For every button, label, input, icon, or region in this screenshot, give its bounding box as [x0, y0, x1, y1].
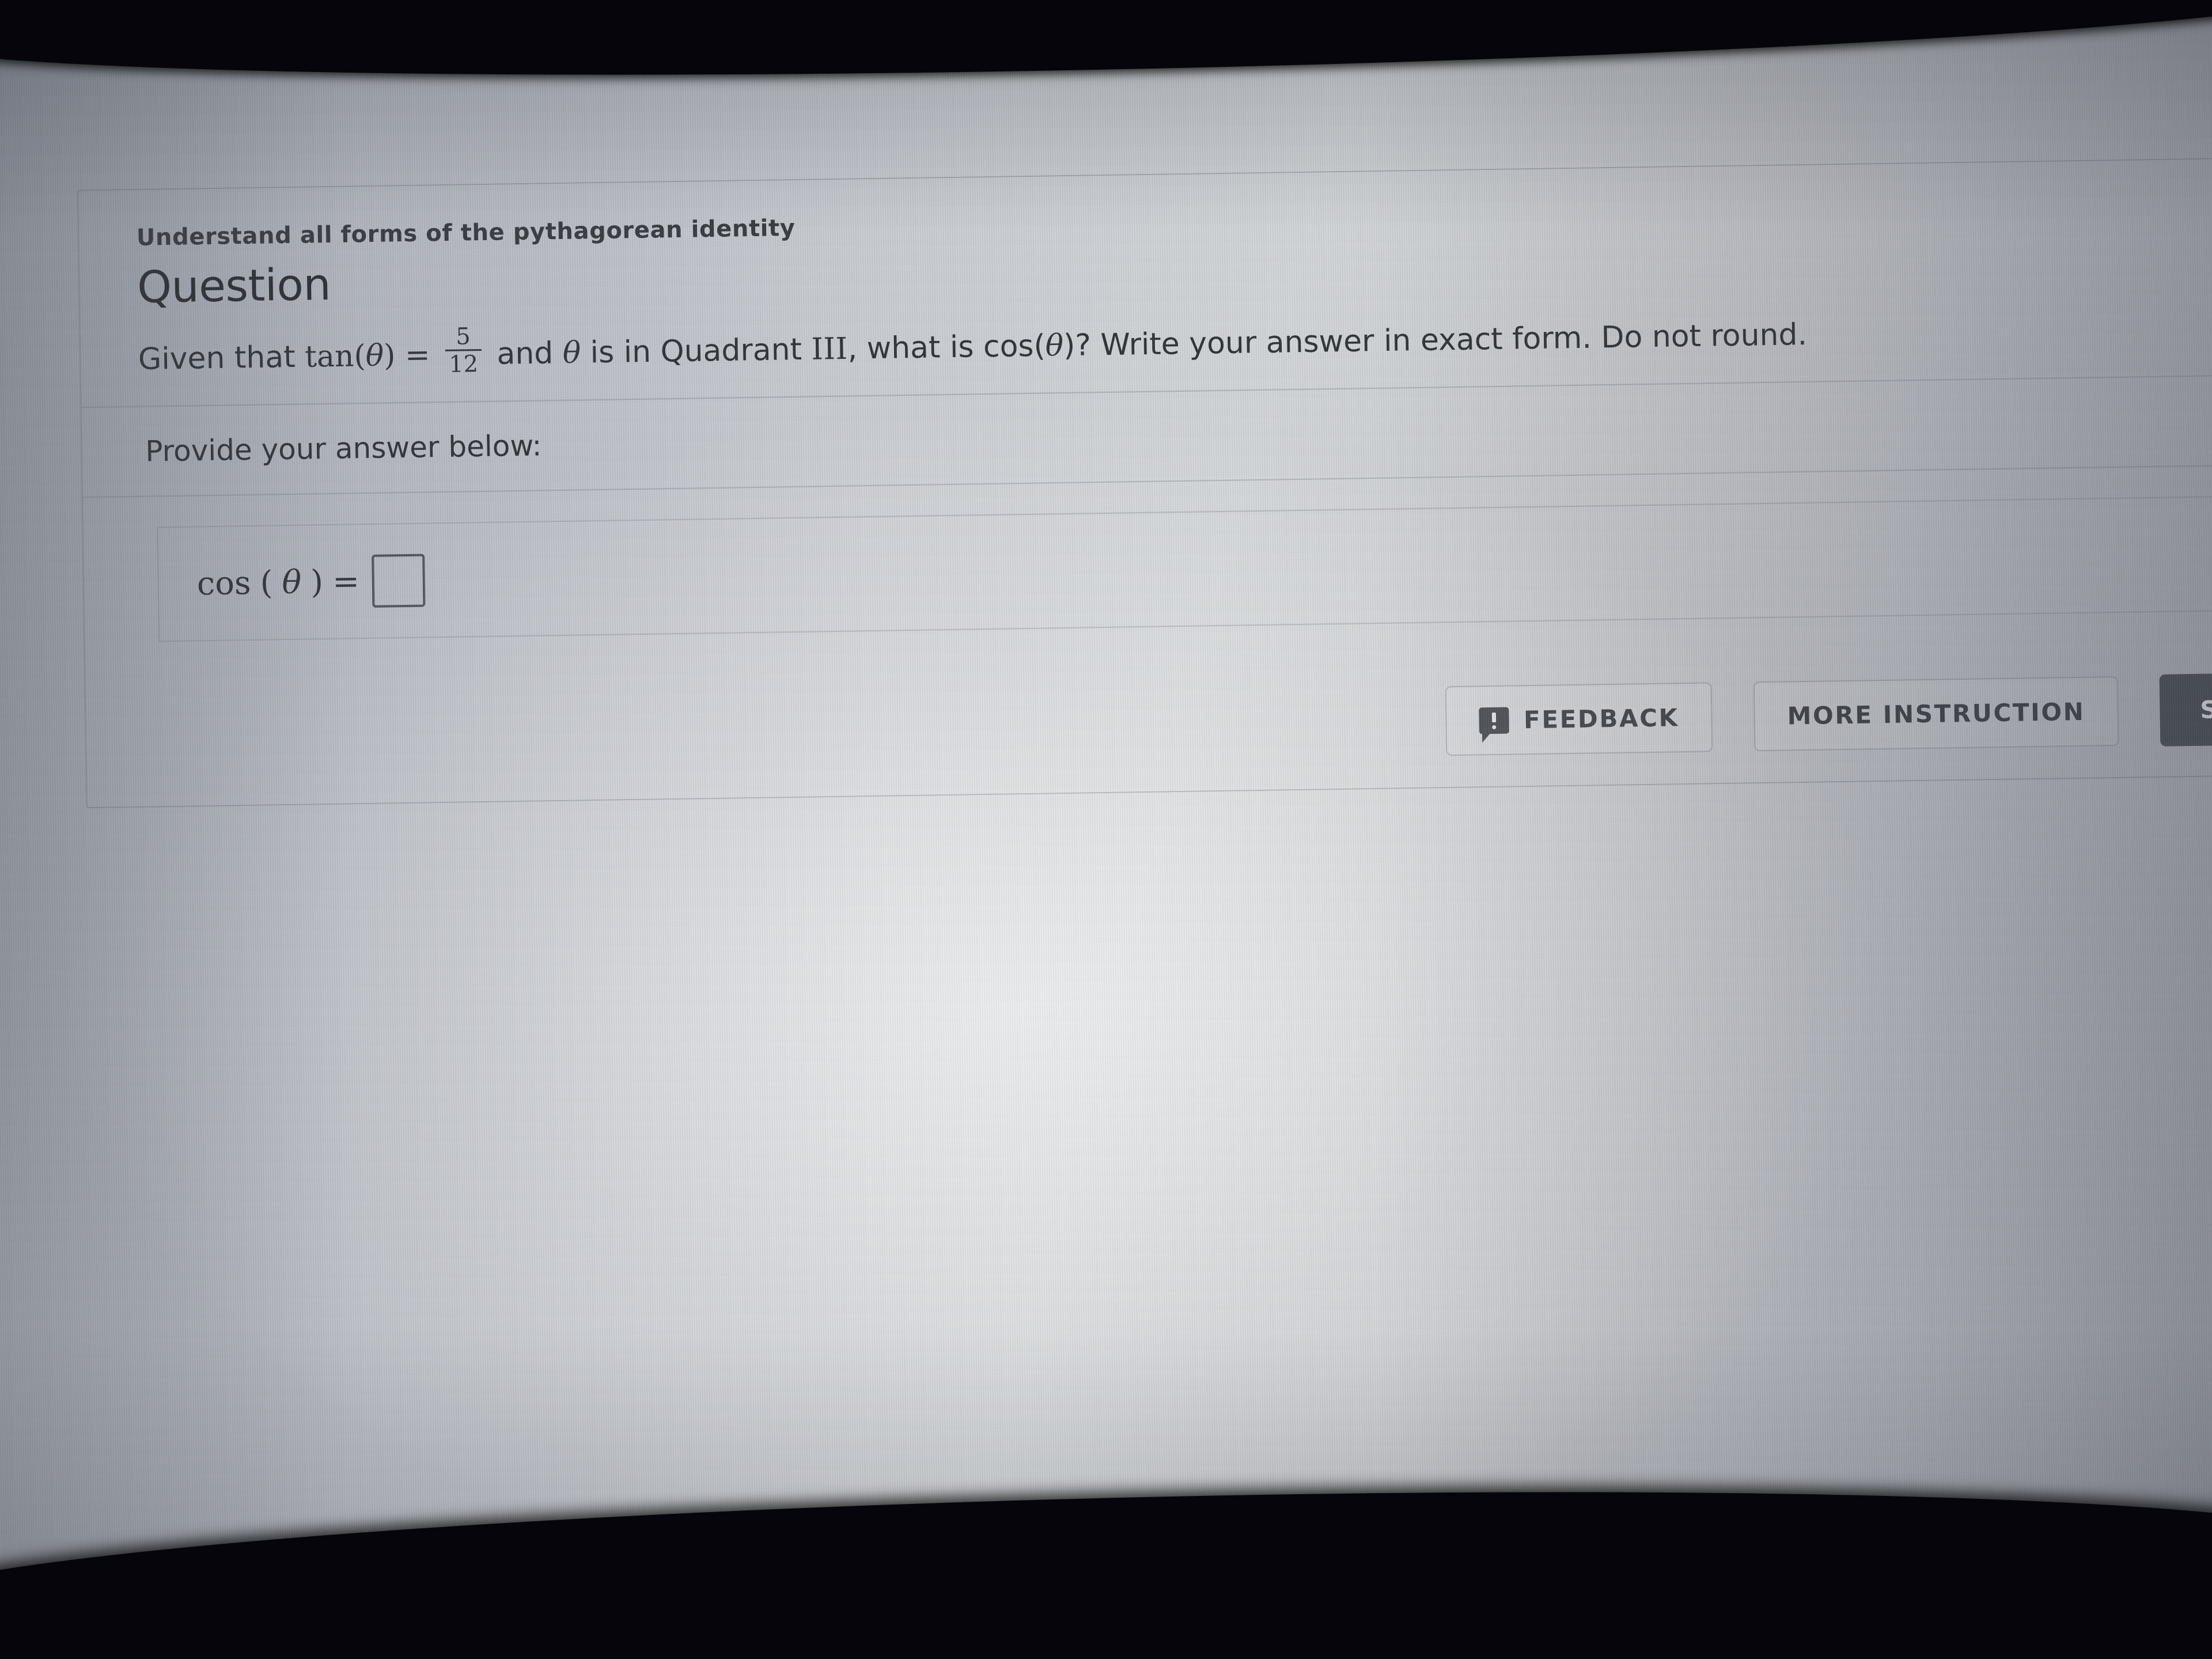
fraction-denominator: 12: [445, 349, 482, 378]
tan-function-label: tan(: [304, 339, 366, 374]
question-text-part-1: Given that: [138, 339, 296, 377]
submit-button[interactable]: SUBMIT: [2159, 671, 2212, 747]
exclamation-stem: [1491, 712, 1496, 722]
question-header: Understand all forms of the pythagorean …: [78, 159, 2212, 407]
feedback-button[interactable]: FEEDBACK: [1445, 682, 1713, 756]
answer-input-container[interactable]: cos (θ) =: [157, 495, 2212, 642]
question-statement: Given that tan(θ) = 5 12 and θ is in Qua…: [138, 301, 2212, 383]
exercise-page: Understand all forms of the pythagorean …: [0, 0, 2212, 1659]
paren-close-1: ): [383, 338, 396, 373]
paren-close: ): [310, 563, 324, 601]
equals-sign-answer: =: [332, 562, 360, 601]
monitor-screen: Understand all forms of the pythagorean …: [0, 5, 2212, 1629]
theta-symbol-1: θ: [365, 338, 384, 374]
question-text-part-3: is in Quadrant: [590, 332, 802, 370]
submit-button-label: SUBMIT: [2200, 694, 2212, 724]
speech-bubble-alert-icon: [1478, 707, 1509, 734]
theta-symbol-answer: θ: [282, 563, 302, 601]
answer-expression: cos (θ) =: [196, 554, 426, 610]
cos-function-label: cos: [196, 564, 252, 603]
paren-open: (: [260, 563, 273, 602]
equals-sign: =: [404, 338, 430, 373]
question-text-part-4: , what is cos(: [847, 328, 1046, 366]
answer-entry-section: cos (θ) =: [83, 466, 2212, 676]
theta-symbol-2: θ: [562, 335, 581, 371]
answer-input-field[interactable]: [372, 554, 426, 608]
theta-symbol-3: θ: [1045, 328, 1064, 363]
question-card: Understand all forms of the pythagorean …: [77, 157, 2212, 809]
question-text-part-5: )? Write your answer in exact form. Do n…: [1063, 317, 1808, 363]
exclamation-dot: [1491, 725, 1496, 729]
feedback-button-label: FEEDBACK: [1523, 703, 1680, 734]
fraction-numerator: 5: [455, 323, 471, 350]
more-instruction-button-label: MORE INSTRUCTION: [1787, 697, 2085, 730]
quadrant-numeral: III: [811, 331, 849, 367]
content-attribution-link[interactable]: Content attribution: [46, 9, 2200, 66]
question-text-part-2: and: [497, 336, 554, 372]
provide-answer-label: Provide your answer below:: [145, 429, 542, 468]
photographed-monitor-scene: Understand all forms of the pythagorean …: [0, 0, 2212, 1659]
fraction-five-twelfths: 5 12: [445, 323, 482, 378]
more-instruction-button[interactable]: MORE INSTRUCTION: [1753, 676, 2119, 752]
